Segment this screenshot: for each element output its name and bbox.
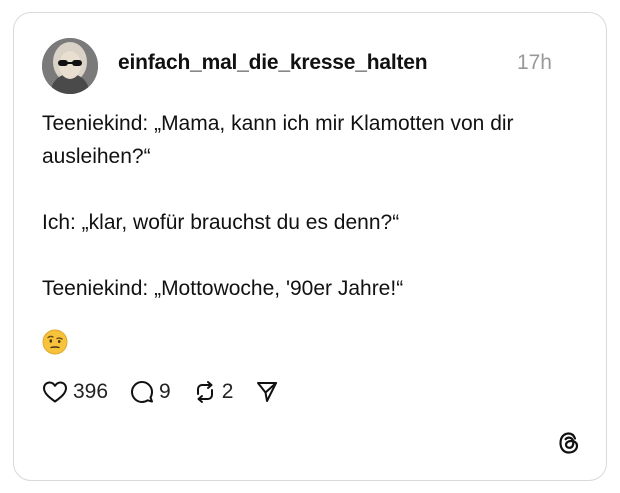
post-body: Teeniekind: „Mama, kann ich mir Klamotte…: [42, 107, 582, 305]
avatar-image: [42, 38, 98, 94]
threads-post-card: einfach_mal_die_kresse_halten 17h Teenie…: [13, 12, 607, 481]
comment-button[interactable]: 9: [130, 380, 171, 404]
repost-button[interactable]: 2: [193, 380, 234, 404]
post-actions: 396 9 2: [42, 377, 301, 407]
post-line: Teeniekind: „Mama, kann ich mir Klamotte…: [42, 112, 514, 168]
post-line: Teeniekind: „Mottowoche, '90er Jahre!“: [42, 277, 404, 300]
repost-count: 2: [221, 380, 234, 403]
like-button[interactable]: 396: [42, 380, 108, 404]
repost-icon: [196, 381, 213, 403]
comment-bubble-icon: [131, 381, 154, 403]
threads-logo-icon[interactable]: [556, 430, 582, 456]
timestamp: 17h: [516, 51, 552, 74]
send-icon: [257, 382, 278, 402]
share-button[interactable]: [255, 380, 279, 404]
face-with-raised-eyebrow-icon: [42, 329, 68, 355]
avatar[interactable]: [42, 38, 98, 94]
post-line: Ich: „klar, wofür brauchst du es denn?“: [42, 211, 400, 234]
like-count: 396: [73, 380, 109, 403]
comment-count: 9: [159, 380, 171, 403]
username[interactable]: einfach_mal_die_kresse_halten: [118, 51, 428, 75]
heart-icon: [43, 381, 67, 403]
